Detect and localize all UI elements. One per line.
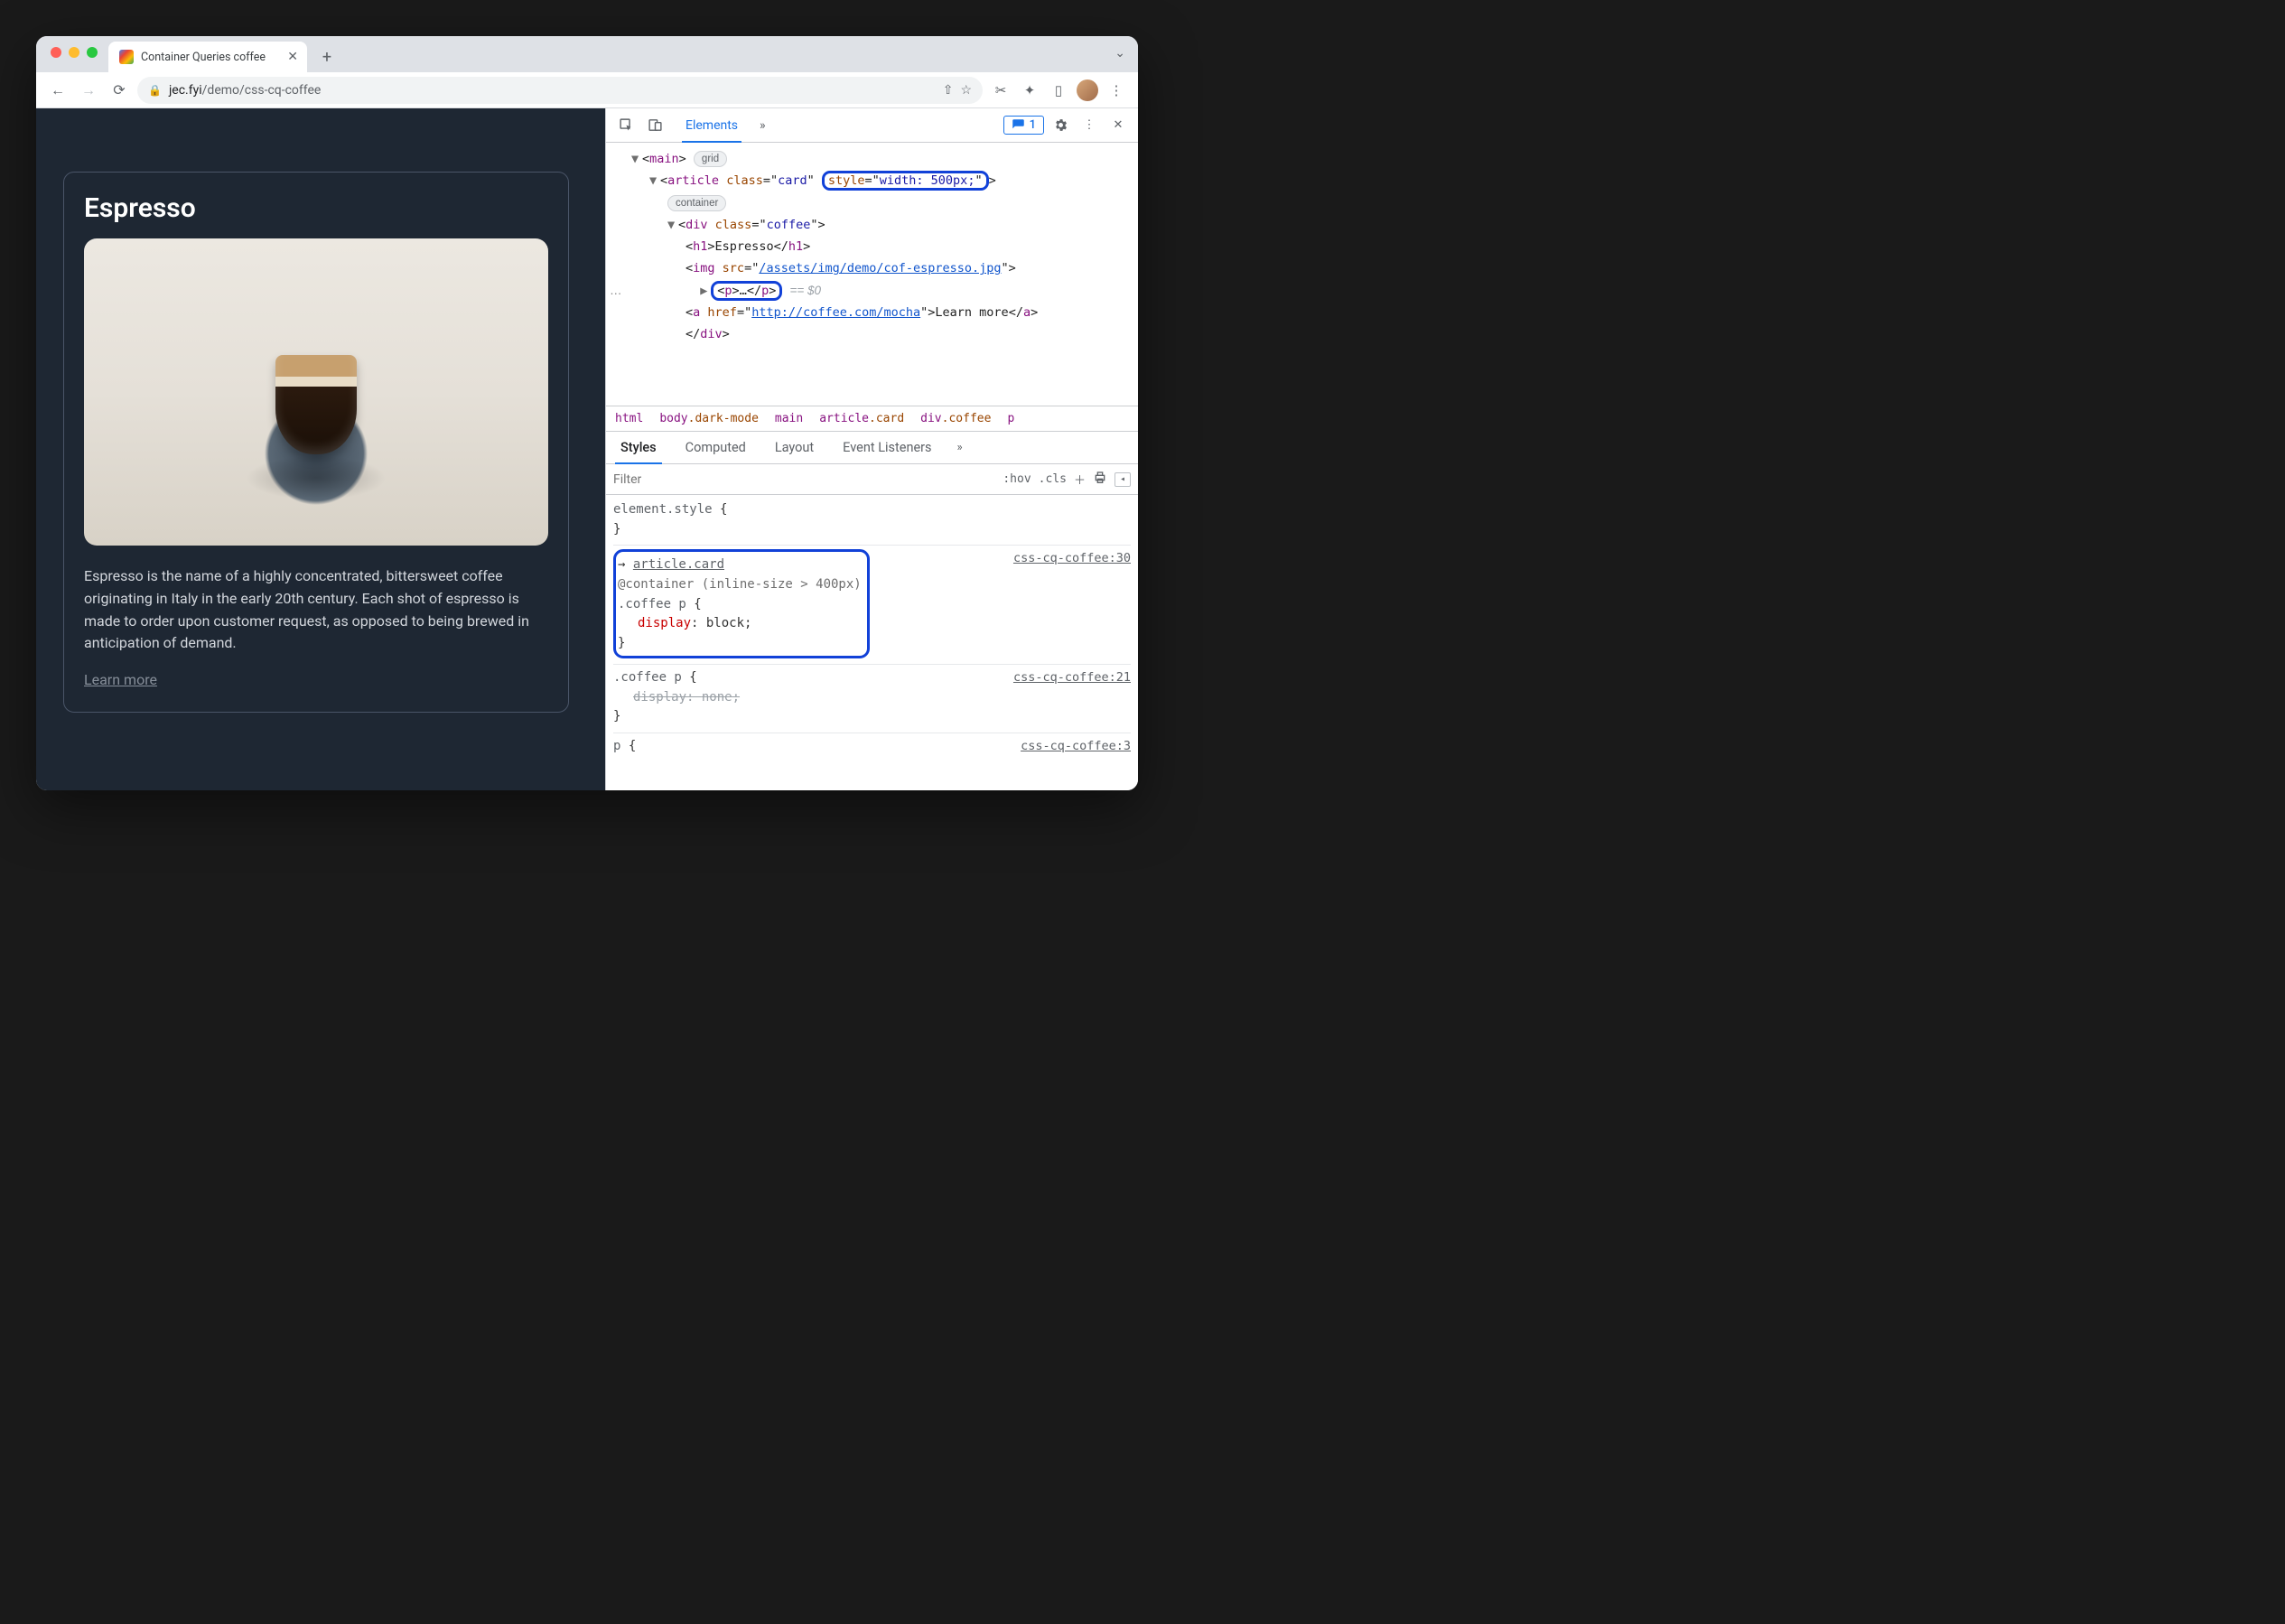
address-bar[interactable]: 🔒 jec.fyi/demo/css-cq-coffee ⇧ ☆	[137, 77, 983, 104]
crumb-div[interactable]: div.coffee	[920, 412, 991, 425]
dom-breadcrumb[interactable]: html body.dark-mode main article.card di…	[606, 406, 1138, 432]
crumb-main[interactable]: main	[775, 412, 803, 425]
panel-toggle-button[interactable]: ◂	[1115, 472, 1131, 487]
issues-badge[interactable]: 1	[1003, 116, 1044, 135]
coffee-card: Espresso Espresso is the name of a highl…	[63, 172, 569, 713]
browser-window: Container Queries coffee ✕ + ⌄ ← → ⟳ 🔒 j…	[36, 36, 1138, 790]
cls-toggle[interactable]: .cls	[1039, 472, 1067, 486]
devtools-menu-button[interactable]: ⋮	[1077, 113, 1102, 138]
grid-badge[interactable]: grid	[694, 151, 727, 167]
toolbar: ← → ⟳ 🔒 jec.fyi/demo/css-cq-coffee ⇧ ☆ ✂…	[36, 72, 1138, 108]
new-rule-button[interactable]: ＋	[1074, 471, 1086, 488]
window-controls	[51, 47, 98, 58]
print-icon[interactable]	[1093, 471, 1107, 489]
styles-pane-tabs: Styles Computed Layout Event Listeners »	[606, 432, 1138, 464]
computed-tab[interactable]: Computed	[671, 432, 760, 463]
hov-toggle[interactable]: :hov	[1003, 472, 1031, 486]
element-style-rule[interactable]: element.style { }	[613, 499, 1131, 546]
inspect-element-button[interactable]	[613, 113, 639, 138]
extensions-button[interactable]: ✦	[1017, 78, 1042, 103]
scissors-extension-icon[interactable]: ✂	[988, 78, 1013, 103]
style-rules[interactable]: element.style { } css-cq-coffee:30 → art…	[606, 495, 1138, 790]
bookmark-icon[interactable]: ☆	[960, 83, 972, 98]
layout-tab[interactable]: Layout	[760, 432, 828, 463]
close-devtools-button[interactable]: ✕	[1105, 113, 1131, 138]
page-viewport: Espresso Espresso is the name of a highl…	[36, 108, 605, 790]
settings-button[interactable]	[1048, 113, 1073, 138]
url-path: /demo/css-cq-coffee	[202, 83, 322, 98]
styles-filter-input[interactable]	[613, 472, 1003, 487]
more-tabs-button[interactable]: »	[749, 108, 777, 142]
styles-filter-row: :hov .cls ＋ ◂	[606, 464, 1138, 495]
card-title: Espresso	[84, 192, 548, 224]
dom-tree[interactable]: ▼<main> grid ▼<article class="card" styl…	[606, 143, 1138, 406]
container-query-highlight: → article.card @container (inline-size >…	[613, 549, 870, 658]
img-src-link[interactable]: /assets/img/demo/cof-espresso.jpg	[759, 261, 1001, 275]
p-rule[interactable]: css-cq-coffee:3 p {	[613, 735, 1131, 762]
tab-overflow-button[interactable]: ⌄	[1115, 46, 1125, 61]
crumb-p[interactable]: p	[1007, 412, 1014, 425]
selected-dom-node[interactable]: ▶<p>…</p> == $0	[611, 280, 1133, 302]
crumb-html[interactable]: html	[615, 412, 643, 425]
source-link[interactable]: css-cq-coffee:30	[1013, 549, 1131, 568]
lock-icon: 🔒	[148, 84, 162, 97]
favicon-icon	[119, 50, 134, 64]
event-listeners-tab[interactable]: Event Listeners	[828, 432, 946, 463]
container-query-rule[interactable]: css-cq-coffee:30 → article.card @contain…	[613, 547, 1131, 664]
browser-tab[interactable]: Container Queries coffee ✕	[108, 42, 307, 72]
extension-area: ✂ ✦ ▯ ⋮	[988, 78, 1129, 103]
forward-button[interactable]: →	[76, 78, 101, 103]
share-icon[interactable]: ⇧	[943, 83, 954, 98]
container-badge[interactable]: container	[667, 195, 726, 211]
close-window-button[interactable]	[51, 47, 61, 58]
anchor-href-link[interactable]: http://coffee.com/mocha	[751, 305, 920, 320]
sidepanel-button[interactable]: ▯	[1046, 78, 1071, 103]
source-link[interactable]: css-cq-coffee:21	[1013, 668, 1131, 687]
espresso-image	[84, 238, 548, 546]
profile-avatar[interactable]	[1075, 78, 1100, 103]
card-description: Espresso is the name of a highly concent…	[84, 565, 548, 655]
close-tab-button[interactable]: ✕	[287, 50, 298, 64]
device-toolbar-button[interactable]	[642, 113, 667, 138]
more-styles-tabs[interactable]: »	[947, 432, 974, 463]
style-attr-highlight: style="width: 500px;"	[822, 171, 989, 191]
learn-more-link[interactable]: Learn more	[84, 671, 157, 688]
fullscreen-window-button[interactable]	[87, 47, 98, 58]
new-tab-button[interactable]: +	[314, 44, 340, 70]
url-host: jec.fyi	[169, 83, 202, 98]
minimize-window-button[interactable]	[69, 47, 79, 58]
styles-tab[interactable]: Styles	[606, 432, 671, 463]
reload-button[interactable]: ⟳	[107, 78, 132, 103]
elements-tab[interactable]: Elements	[675, 108, 749, 142]
crumb-article[interactable]: article.card	[819, 412, 904, 425]
browser-menu-button[interactable]: ⋮	[1104, 78, 1129, 103]
source-link[interactable]: css-cq-coffee:3	[1021, 737, 1131, 756]
coffee-p-rule[interactable]: css-cq-coffee:21 .coffee p { display: no…	[613, 667, 1131, 733]
crumb-body[interactable]: body.dark-mode	[659, 412, 759, 425]
devtools-panel: Elements » 1 ⋮ ✕ ▼<main> grid ▼<article …	[605, 108, 1138, 790]
devtools-toolbar: Elements » 1 ⋮ ✕	[606, 108, 1138, 143]
tab-title: Container Queries coffee	[141, 51, 266, 64]
back-button[interactable]: ←	[45, 78, 70, 103]
tab-strip: Container Queries coffee ✕ + ⌄	[36, 36, 1138, 72]
